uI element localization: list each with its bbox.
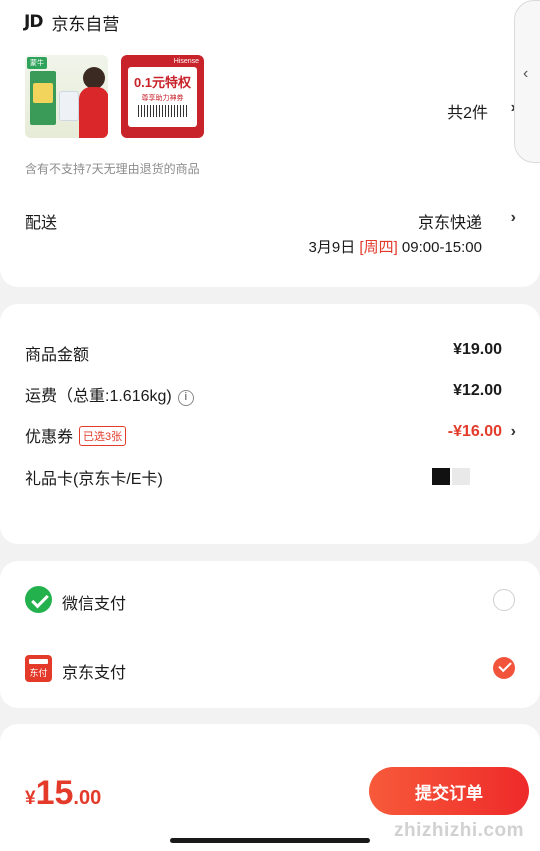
shipping-fee-label: 运费（总重:1.616kg) — [25, 388, 172, 405]
wechat-pay-icon — [25, 586, 52, 613]
delivery-date: 3月9日 — [308, 239, 356, 256]
model-head-image — [83, 67, 105, 89]
price-decimal: .00 — [73, 787, 102, 809]
jd-pay-radio-checked[interactable] — [493, 657, 515, 679]
redacted-block — [432, 468, 450, 485]
delivery-time-range: 09:00-15:00 — [401, 239, 482, 256]
coupon-subline: 尊享助力神券 — [141, 95, 184, 102]
return-policy-notice: 含有不支持7天无理由退货的商品 — [25, 162, 200, 176]
jd-pay-icon-text: 东付 — [29, 668, 48, 678]
product-bottle-image — [59, 91, 79, 121]
product-brand-text: Hisense — [173, 58, 199, 65]
watermark-text: zhizhizhi.com — [394, 820, 524, 841]
redacted-block — [452, 468, 470, 485]
wechat-pay-radio[interactable] — [493, 589, 515, 611]
coupon-panel: 0.1元特权 尊享助力神券 — [128, 67, 197, 127]
chevron-right-icon[interactable]: › — [511, 209, 516, 227]
submit-order-button[interactable]: 提交订单 — [369, 767, 529, 815]
payment-methods-card — [0, 561, 540, 708]
shipping-fee-value: ¥12.00 — [453, 382, 502, 399]
info-icon[interactable]: i — [177, 390, 194, 406]
coupon-discount-value[interactable]: -¥16.00 — [448, 423, 502, 441]
coupon-label: 优惠券 — [25, 429, 74, 446]
product-thumbnail-2[interactable]: Hisense 0.1元特权 尊享助力神券 — [121, 55, 204, 138]
product-brand-tag: 蒙牛 — [27, 57, 47, 69]
jd-logo: JD — [24, 12, 43, 32]
shop-header: JD 京东自营 — [24, 10, 119, 34]
jd-pay-icon: 东付 — [25, 655, 52, 682]
shop-name: 京东自营 — [51, 14, 120, 34]
delivery-time[interactable]: 3月9日 [周四] 09:00-15:00 — [309, 236, 482, 257]
goods-amount-label: 商品金额 — [25, 347, 90, 364]
chevron-right-icon[interactable]: › — [511, 423, 516, 441]
shipping-fee-row: 运费（总重:1.616kg) i — [25, 382, 194, 406]
item-count-link[interactable]: 共2件 — [447, 99, 488, 123]
gift-card-label[interactable]: 礼品卡(京东卡/E卡) — [25, 465, 163, 489]
side-drawer-tab[interactable]: ‹ — [514, 0, 540, 163]
goods-amount-value: ¥19.00 — [453, 341, 502, 358]
barcode-graphic — [138, 105, 187, 117]
model-dress-image — [79, 87, 108, 138]
payment-option-wechat[interactable]: 微信支付 — [62, 590, 126, 614]
product-box-label — [33, 83, 53, 103]
coupon-headline: 0.1元特权 — [133, 75, 192, 90]
price-integer: 15 — [35, 774, 74, 812]
delivery-method[interactable]: 京东快递 — [418, 209, 482, 233]
delivery-label: 配送 — [25, 215, 58, 232]
total-price: ¥15.00 — [25, 774, 101, 813]
coupon-selected-badge: 已选3张 — [79, 426, 127, 446]
coupon-row[interactable]: 优惠券 已选3张 — [25, 423, 127, 447]
chevron-left-icon: ‹ — [523, 65, 529, 82]
delivery-weekday: [周四] — [359, 239, 398, 256]
price-currency: ¥ — [25, 788, 36, 809]
home-indicator[interactable] — [170, 838, 370, 843]
payment-option-jd[interactable]: 京东支付 — [62, 659, 126, 683]
product-thumbnail-1[interactable]: 蒙牛 — [25, 55, 108, 138]
